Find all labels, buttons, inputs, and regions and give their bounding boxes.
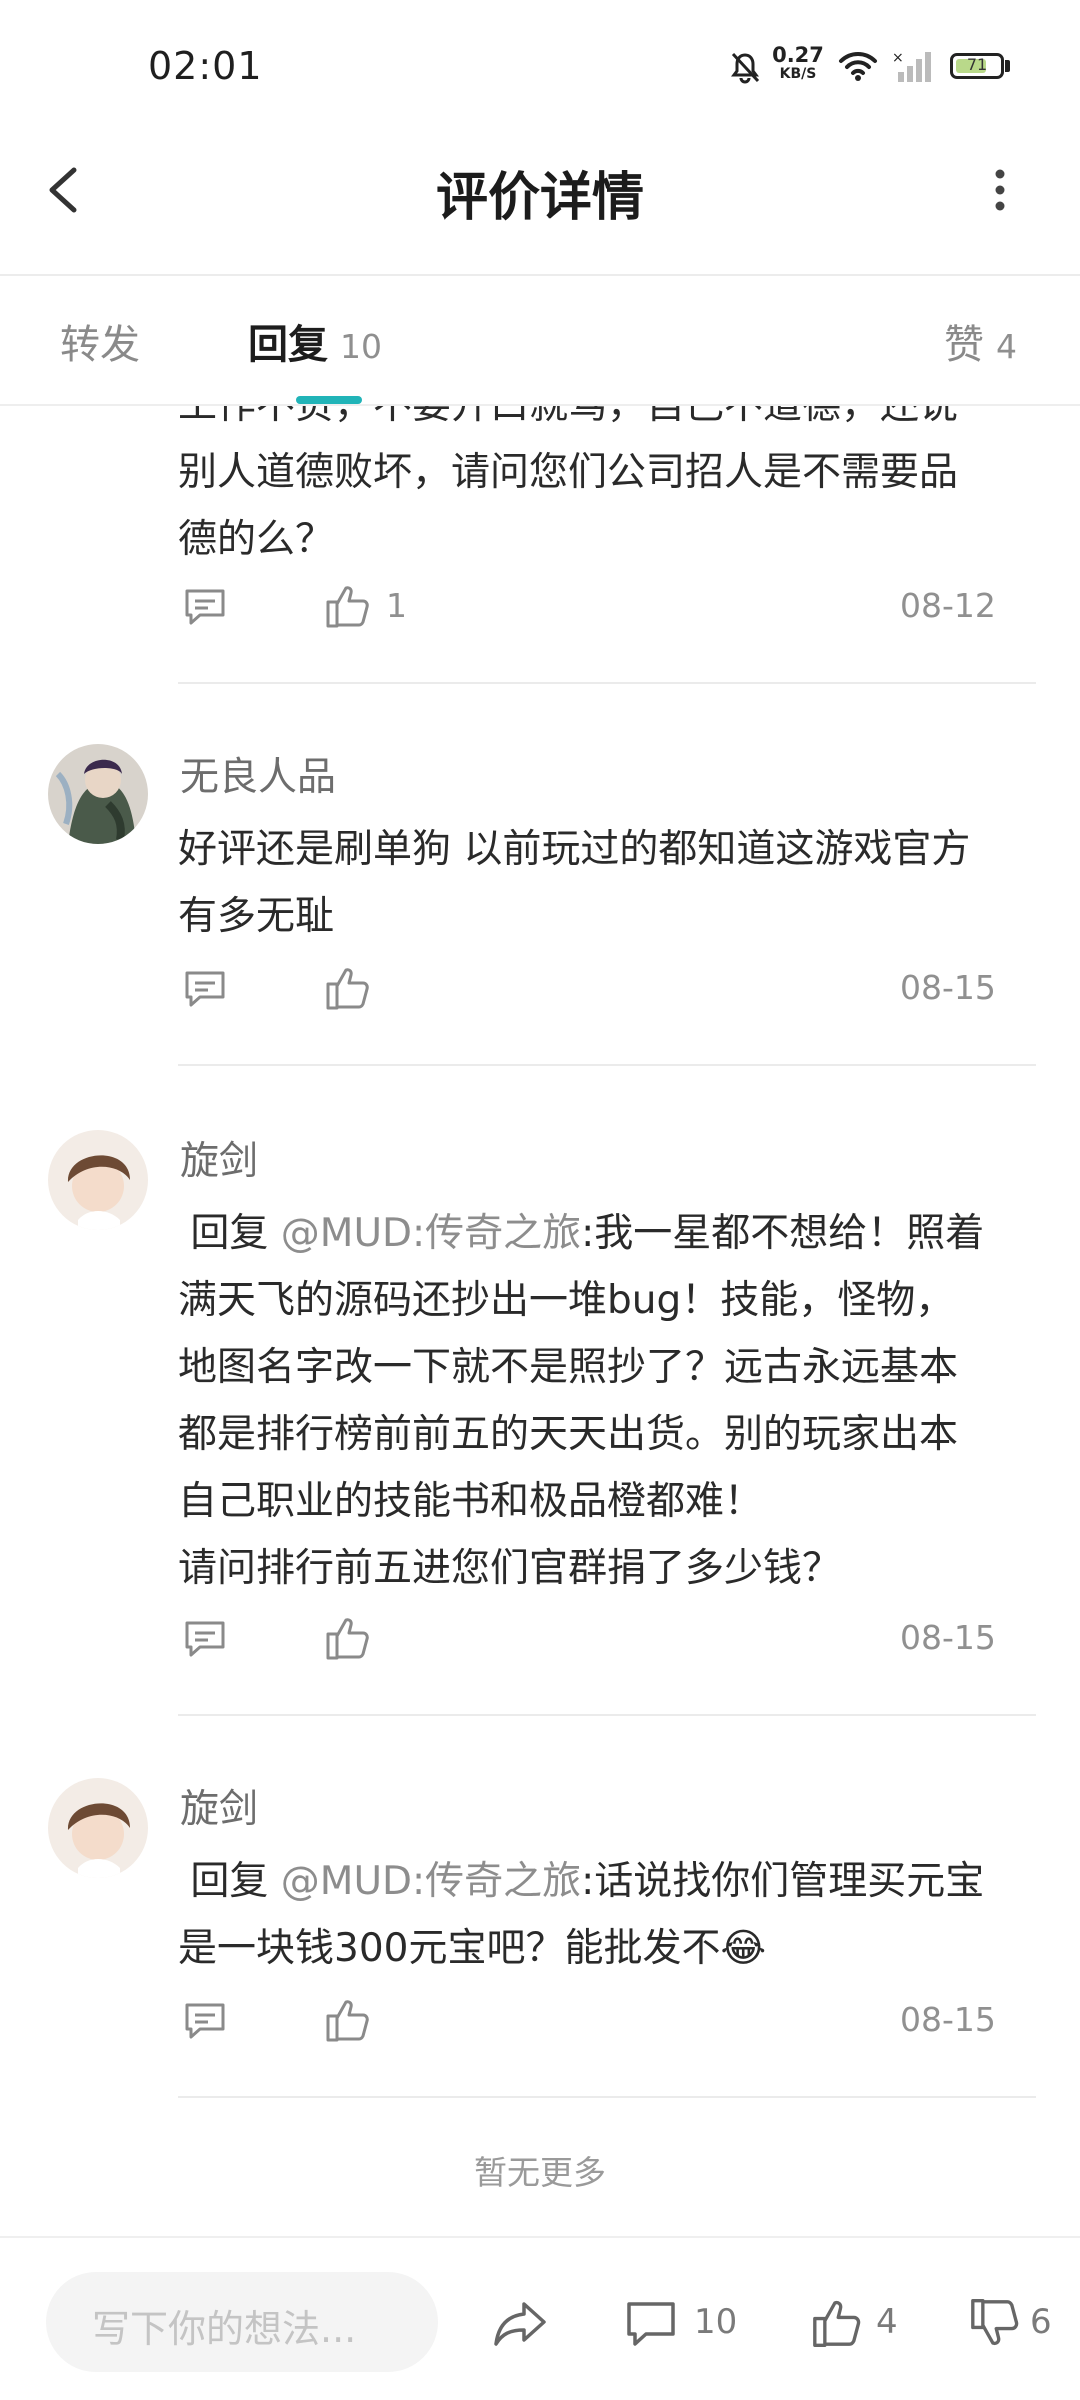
- status-time: 02:01: [148, 44, 263, 88]
- avatar-image: [48, 744, 148, 844]
- thumbs-up-icon: [326, 1618, 369, 1660]
- comment-username[interactable]: 旋剑: [180, 1130, 258, 1186]
- comment-line-rest: :我一星都不想给！照着: [581, 1211, 985, 1256]
- comment-date: 08-15: [900, 2000, 996, 2039]
- comment-line: 工作不负，不要开口就骂，自己不道德，还说: [178, 406, 1028, 439]
- comment-icon: [185, 589, 225, 625]
- tab-reply-label: 回复: [248, 322, 328, 368]
- comment-line: 满天飞的源码还抄出一堆bug！技能，怪物，: [178, 1278, 955, 1323]
- signal-icon: ×: [892, 50, 931, 82]
- comment-line: 回复 @MUD:传奇之旅:话说找你们管理买元宝: [178, 1848, 1028, 1915]
- comment-line: 都是排行榜前前五的天天出货。别的玩家出本: [178, 1412, 959, 1457]
- comment-icon: [185, 2003, 225, 2039]
- bell-muted-icon: [731, 52, 760, 84]
- network-speed: 0.27 KB/S: [772, 43, 824, 83]
- tab-reply-count: 10: [340, 327, 382, 366]
- dislike-count: 6: [1030, 2302, 1052, 2342]
- comment-input-placeholder: 写下你的想法...: [92, 2307, 357, 2351]
- comment-icon: [185, 971, 225, 1007]
- comment-date: 08-12: [900, 586, 996, 625]
- comment-text: 好评还是刷单狗 以前玩过的都知道这游戏官方 有多无耻: [178, 816, 1028, 950]
- reply-button[interactable]: [180, 1614, 230, 1668]
- thumbs-up-icon: [813, 2300, 861, 2347]
- battery-level: 71: [966, 55, 988, 74]
- battery-cap: [1005, 60, 1010, 72]
- like-button[interactable]: [322, 1612, 372, 1668]
- thumbs-up-icon: [326, 2000, 369, 2042]
- comment-text: 工作不负，不要开口就骂，自己不道德，还说 别人道德败坏，请问您们公司招人是不需要…: [178, 406, 1028, 573]
- thumbs-down-icon: [971, 2299, 1019, 2346]
- avatar-image: [48, 1130, 148, 1230]
- share-icon: [494, 2302, 546, 2346]
- comment-line: 是一块钱300元宝吧？能批发不😂: [178, 1926, 767, 1971]
- dislike-button[interactable]: [966, 2294, 1022, 2356]
- avatar-image: [48, 1778, 148, 1878]
- svg-text:×: ×: [892, 50, 904, 66]
- wifi-icon: [839, 51, 877, 81]
- comment-line: 自己职业的技能书和极品橙都难！: [178, 1479, 764, 1524]
- share-button[interactable]: [490, 2296, 550, 2356]
- tab-likes-label: 赞: [944, 322, 984, 368]
- reply-button[interactable]: [180, 1996, 230, 2050]
- comment-line: 请问排行前五进您们官群捐了多少钱？: [178, 1546, 842, 1591]
- comment-line: 好评还是刷单狗 以前玩过的都知道这游戏官方: [178, 827, 971, 872]
- more-options-button[interactable]: [970, 150, 1030, 230]
- mention-link[interactable]: @MUD:传奇之旅: [281, 1211, 581, 1256]
- reply-button[interactable]: [180, 582, 230, 636]
- reply-prefix: 回复: [178, 1859, 281, 1904]
- bottom-like-count: 4: [876, 2302, 898, 2342]
- comment-date: 08-15: [900, 968, 996, 1007]
- comment-line: 回复 @MUD:传奇之旅:我一星都不想给！照着: [178, 1200, 1028, 1267]
- battery-icon: 71: [950, 53, 1004, 79]
- comment-text: 回复 @MUD:传奇之旅:话说找你们管理买元宝 是一块钱300元宝吧？能批发不😂: [178, 1848, 1028, 1982]
- tab-indicator: [296, 396, 362, 404]
- comment-date: 08-15: [900, 1618, 996, 1657]
- comment-line: 地图名字改一下就不是照抄了？远古永远基本: [178, 1345, 959, 1390]
- like-count: 1: [386, 586, 407, 625]
- comments-button[interactable]: [624, 2296, 678, 2356]
- comments-count: 10: [694, 2302, 738, 2342]
- comment-icon: [627, 2302, 675, 2346]
- comment-line: 德的么？: [178, 517, 335, 562]
- tab-reply[interactable]: 回复 10: [248, 312, 382, 370]
- thumbs-up-icon: [326, 586, 369, 628]
- tab-forward[interactable]: 转发: [60, 312, 140, 370]
- network-speed-value: 0.27: [772, 43, 824, 67]
- thumbs-up-icon: [326, 968, 369, 1010]
- comment-list: 工作不负，不要开口就骂，自己不道德，还说 别人道德败坏，请问您们公司招人是不需要…: [0, 406, 1080, 2226]
- avatar[interactable]: [48, 1130, 148, 1230]
- comment-divider: [178, 1714, 1036, 1716]
- tab-forward-label: 转发: [60, 322, 140, 368]
- network-speed-unit: KB/S: [779, 66, 817, 82]
- avatar[interactable]: [48, 744, 148, 844]
- comment-username[interactable]: 旋剑: [180, 1778, 258, 1834]
- reply-button[interactable]: [180, 964, 230, 1018]
- tab-likes[interactable]: 赞4: [944, 312, 1017, 370]
- avatar[interactable]: [48, 1778, 148, 1878]
- header-divider: [0, 274, 1080, 276]
- mention-link[interactable]: @MUD:传奇之旅: [281, 1859, 581, 1904]
- comment-divider: [178, 682, 1036, 684]
- bottom-bar-divider: [0, 2236, 1080, 2238]
- like-button[interactable]: [322, 1994, 372, 2050]
- comment-icon: [185, 1621, 225, 1657]
- no-more-label: 暂无更多: [474, 2153, 606, 2192]
- bottom-like-button[interactable]: [808, 2294, 864, 2356]
- like-button[interactable]: [322, 962, 372, 1018]
- tab-likes-count: 4: [996, 327, 1017, 366]
- comment-divider: [178, 2096, 1036, 2098]
- comment-divider: [178, 1064, 1036, 1066]
- comment-username[interactable]: 无良人品: [180, 746, 336, 802]
- comment-line-rest: :话说找你们管理买元宝: [581, 1859, 985, 1904]
- comment-text: 回复 @MUD:传奇之旅:我一星都不想给！照着 满天飞的源码还抄出一堆bug！技…: [178, 1200, 1028, 1602]
- reply-prefix: 回复: [178, 1211, 281, 1256]
- more-vertical-icon: [995, 169, 1005, 211]
- comment-line: 别人道德败坏，请问您们公司招人是不需要品: [178, 450, 959, 495]
- comment-line: 有多无耻: [178, 894, 335, 939]
- like-button[interactable]: [322, 580, 372, 636]
- page-title: 评价详情: [435, 168, 644, 228]
- status-bar: 02:01 0.27 KB/S × 71: [0, 0, 1080, 130]
- comment-input[interactable]: 写下你的想法...: [46, 2272, 438, 2372]
